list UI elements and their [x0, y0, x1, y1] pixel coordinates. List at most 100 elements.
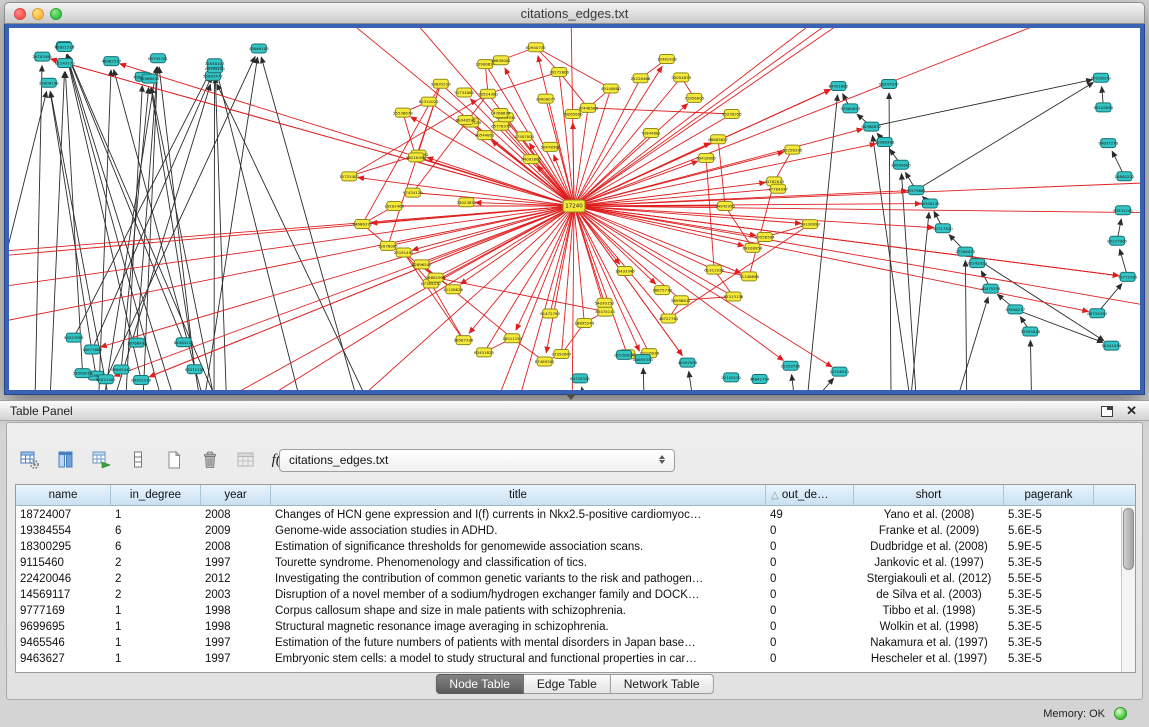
- graph-node[interactable]: 17407000: [514, 132, 534, 141]
- delete-table-button[interactable]: [233, 447, 259, 473]
- graph-node[interactable]: 40075534: [981, 284, 1001, 293]
- graph-node[interactable]: 80247077: [879, 80, 899, 89]
- graph-node[interactable]: 73771505: [1118, 272, 1138, 281]
- delete-column-button[interactable]: [197, 447, 223, 473]
- graph-node[interactable]: 23191497: [394, 248, 414, 257]
- table-row[interactable]: 911546021997Tourette syndrome. Phenomeno…: [16, 555, 1121, 571]
- graph-node[interactable]: 73944601: [641, 129, 661, 138]
- graph-node[interactable]: 35968495: [140, 74, 160, 83]
- show-columns-button[interactable]: [53, 447, 79, 473]
- graph-node[interactable]: 33393028: [1020, 327, 1040, 336]
- table-row[interactable]: 2242004622012Investigating the contribut…: [16, 571, 1121, 587]
- graph-node[interactable]: 51734061: [454, 88, 474, 97]
- column-header-in-degree[interactable]: in_degree: [111, 485, 201, 505]
- network-table-select[interactable]: citations_edges.txt: [279, 449, 675, 472]
- graph-node[interactable]: 97060653: [840, 104, 860, 113]
- graph-node[interactable]: 69418085: [696, 154, 716, 163]
- network-canvas[interactable]: 9494295099130893235565046920895431146898…: [9, 28, 1140, 390]
- table-row[interactable]: 1456911722003Disruption of a novel membe…: [16, 587, 1121, 603]
- column-header-title[interactable]: title: [271, 485, 766, 505]
- graph-node[interactable]: 19202468: [384, 202, 404, 211]
- graph-node[interactable]: 40592099: [678, 358, 698, 367]
- graph-node[interactable]: 81243173: [55, 59, 75, 68]
- graph-node[interactable]: 15350765: [781, 361, 801, 370]
- table-row[interactable]: 1872400712008Changes of HCN gene express…: [16, 507, 1121, 523]
- network-graph[interactable]: 9494295099130893235565046920895431146898…: [9, 28, 1140, 390]
- graph-node[interactable]: 17784937: [768, 184, 788, 193]
- graph-node[interactable]: 85021407: [96, 375, 116, 384]
- tab-network-table[interactable]: Network Table: [611, 674, 714, 694]
- scrollbar-thumb[interactable]: [1123, 508, 1134, 570]
- float-panel-icon[interactable]: [1101, 406, 1113, 417]
- graph-node[interactable]: 39509605: [891, 160, 911, 169]
- table-row[interactable]: 946362711997Embryonic stem cells: a mode…: [16, 651, 1121, 667]
- graph-node[interactable]: 61311038: [704, 265, 724, 274]
- graph-node[interactable]: 57856277: [1005, 305, 1025, 314]
- graph-node[interactable]: 80735334: [570, 374, 590, 383]
- table-row[interactable]: 969969511998Structural magnetic resonanc…: [16, 619, 1121, 635]
- graph-node[interactable]: 88735959: [1087, 309, 1107, 318]
- graph-node[interactable]: 16675778: [652, 286, 672, 295]
- graph-node[interactable]: 82312022: [419, 97, 439, 106]
- row-options-button[interactable]: [125, 447, 151, 473]
- graph-node[interactable]: 46727781: [659, 314, 679, 323]
- table-row[interactable]: 977716911998Corpus callosum shape and si…: [16, 603, 1121, 619]
- graph-node[interactable]: 71956005: [684, 93, 704, 102]
- graph-node[interactable]: 23008138: [39, 78, 59, 87]
- graph-node[interactable]: 95250355: [722, 109, 742, 118]
- graph-node[interactable]: 50980908: [875, 137, 895, 146]
- table-row[interactable]: 946554611997Estimation of the future num…: [16, 635, 1121, 651]
- graph-node[interactable]: 56216456: [406, 153, 426, 162]
- graph-node[interactable]: 84695335: [633, 355, 653, 364]
- graph-node[interactable]: 82821518: [55, 43, 75, 52]
- tab-edge-table[interactable]: Edge Table: [524, 674, 611, 694]
- graph-node[interactable]: 58996611: [671, 296, 691, 305]
- graph-node[interactable]: 97434129: [403, 188, 423, 197]
- graph-node[interactable]: 54030152: [595, 298, 615, 307]
- graph-node[interactable]: 16511155: [502, 334, 522, 343]
- graph-node[interactable]: 52078095: [378, 241, 398, 250]
- graph-node[interactable]: 99837276: [1098, 139, 1118, 148]
- column-header-out-degree[interactable]: △ out_de…: [766, 485, 854, 505]
- table-row[interactable]: 1938455462009Genome-wide association stu…: [16, 523, 1121, 539]
- graph-node[interactable]: 79265600: [563, 110, 583, 119]
- graph-node[interactable]: 14973884: [82, 345, 102, 354]
- graph-node[interactable]: 18768493: [127, 338, 147, 347]
- graph-node[interactable]: 94942950: [715, 202, 735, 211]
- graph-node[interactable]: 26630001: [491, 56, 511, 65]
- graph-node[interactable]: 46962537: [101, 57, 121, 66]
- graph-node[interactable]: 72830103: [205, 59, 225, 68]
- tab-node-table[interactable]: Node Table: [435, 674, 524, 694]
- column-header-year[interactable]: year: [201, 485, 271, 505]
- graph-node[interactable]: 53054879: [671, 73, 691, 82]
- graph-node[interactable]: 29881995: [426, 273, 446, 282]
- graph-node[interactable]: 18308125: [920, 199, 940, 208]
- graph-node[interactable]: 67030079: [1091, 73, 1111, 82]
- graph-node[interactable]: 95105890: [1094, 103, 1114, 112]
- column-header-name[interactable]: name: [16, 485, 111, 505]
- graph-node[interactable]: 12106911: [830, 367, 850, 376]
- graph-node[interactable]: 16433346: [615, 267, 635, 276]
- graph-node[interactable]: 19381428: [657, 54, 677, 63]
- column-header-pagerank[interactable]: pagerank: [1004, 485, 1094, 505]
- graph-node[interactable]: 92550824: [614, 350, 634, 359]
- graph-node[interactable]: 25536678: [393, 108, 413, 117]
- graph-node[interactable]: 17240: [563, 200, 585, 212]
- graph-node[interactable]: 65845442: [111, 365, 131, 374]
- graph-node[interactable]: 25228466: [631, 74, 651, 83]
- graph-node[interactable]: 90544801: [475, 131, 495, 140]
- graph-node[interactable]: 49140600: [601, 84, 621, 93]
- graph-node[interactable]: 80988832: [861, 122, 881, 131]
- graph-node[interactable]: 14768674: [491, 108, 511, 117]
- graph-node[interactable]: 84464127: [174, 338, 194, 347]
- close-panel-icon[interactable]: ✕: [1126, 403, 1137, 419]
- graph-node[interactable]: 43579861: [906, 186, 926, 195]
- graph-node[interactable]: 52313136: [724, 292, 744, 301]
- graph-node[interactable]: 16800222: [1115, 172, 1135, 181]
- graph-node[interactable]: 61472793: [540, 309, 560, 318]
- graph-node[interactable]: 85227005: [1107, 236, 1127, 245]
- graph-node[interactable]: 89340590: [456, 115, 476, 124]
- graph-node[interactable]: 68863627: [708, 135, 728, 144]
- graph-node[interactable]: 50478563: [540, 142, 560, 151]
- graph-node[interactable]: 93331245: [1113, 206, 1133, 215]
